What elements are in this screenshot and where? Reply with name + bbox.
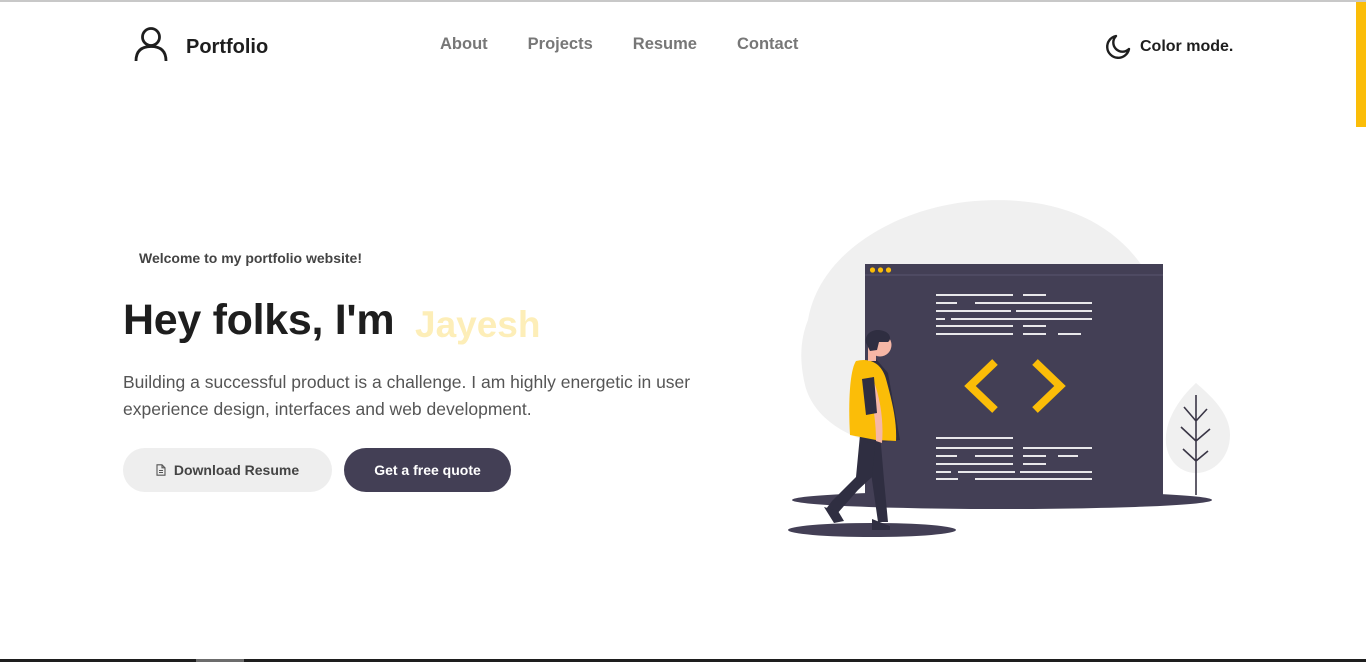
download-resume-label: Download Resume [173, 462, 300, 478]
get-quote-label: Get a free quote [374, 462, 481, 478]
top-border [0, 0, 1366, 2]
brand-name: Portfolio [186, 35, 269, 58]
hero-name-typed: Jayesh [415, 304, 541, 345]
color-mode-label: Color mode. [1140, 37, 1234, 55]
scroll-progress-indicator [1356, 2, 1366, 127]
nav-link-resume[interactable]: Resume [633, 35, 697, 54]
user-outline-icon [134, 27, 168, 62]
moon-icon [1106, 34, 1131, 59]
main-navigation: About Projects Resume Contact [440, 35, 838, 54]
plant-icon [1165, 383, 1230, 495]
welcome-text: Welcome to my portfolio website! [139, 250, 362, 266]
download-resume-button[interactable]: Download Resume [123, 448, 332, 492]
color-mode-toggle[interactable]: Color mode. [1105, 33, 1233, 60]
developer-code-window-illustration [788, 200, 1230, 537]
hero-headline: Hey folks, I'm [123, 296, 395, 344]
nav-link-projects[interactable]: Projects [528, 35, 593, 54]
brand-logo[interactable]: Portfolio [133, 26, 268, 62]
nav-link-about[interactable]: About [440, 35, 488, 54]
nav-link-contact[interactable]: Contact [737, 35, 798, 54]
get-quote-button[interactable]: Get a free quote [344, 448, 511, 492]
code-window [865, 264, 1163, 496]
document-icon [156, 464, 166, 476]
hero-description: Building a successful product is a chall… [123, 372, 691, 419]
